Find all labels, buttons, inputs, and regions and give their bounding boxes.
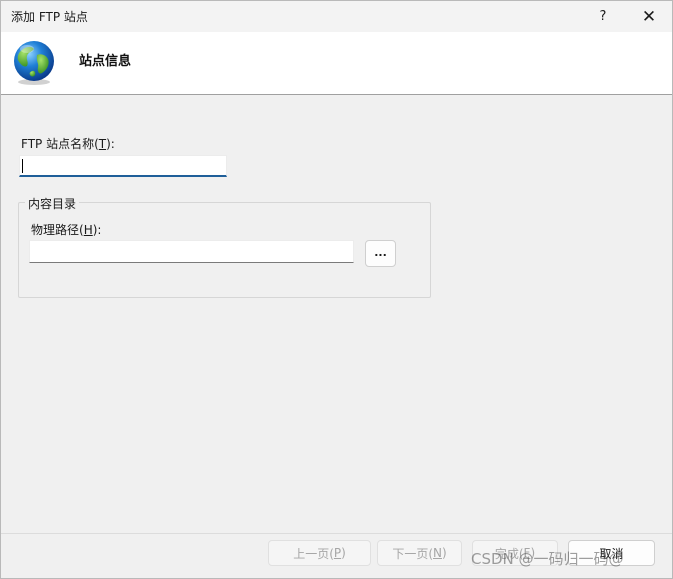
page-title: 站点信息 (79, 54, 132, 69)
previous-label-suffix: ) (341, 546, 346, 560)
close-icon: ✕ (641, 6, 657, 27)
physical-path-input[interactable] (29, 240, 354, 263)
cancel-button[interactable]: 取消 (568, 540, 655, 566)
physical-path-label: 物理路径(H): (31, 221, 101, 238)
window-title: 添加 FTP 站点 (11, 10, 88, 24)
physical-path-label-suffix: ): (92, 223, 102, 237)
site-name-label-suffix: ): (106, 137, 115, 151)
physical-path-label-key: H (83, 223, 93, 237)
finish-button[interactable]: 完成(F) (472, 540, 558, 566)
close-button[interactable]: ✕ (626, 1, 672, 32)
site-name-label: FTP 站点名称(T): (21, 135, 115, 152)
site-name-label-prefix: FTP 站点名称( (21, 137, 99, 151)
footer-divider (1, 533, 672, 534)
next-label-key: N (433, 546, 442, 560)
previous-label-key: P (333, 546, 342, 560)
help-button[interactable]: ? (580, 1, 626, 32)
next-label-prefix: 下一页( (392, 546, 433, 561)
next-label-suffix: ) (441, 546, 447, 560)
finish-label-key: F (523, 546, 531, 560)
finish-label-suffix: ) (530, 546, 536, 560)
browse-button[interactable]: ... (365, 240, 396, 267)
wizard-header: 站点信息 (1, 32, 672, 95)
title-bar: 添加 FTP 站点 ? ✕ (1, 1, 672, 32)
site-name-label-key: T (98, 137, 107, 151)
globe-icon (14, 41, 54, 85)
text-caret (22, 159, 23, 173)
previous-label-prefix: 上一页( (293, 546, 334, 561)
ftp-site-wizard-window: 添加 FTP 站点 ? ✕ 站点信息 FTP 站点名称(T): 内容目录 物理路… (0, 0, 673, 579)
help-icon: ? (599, 9, 607, 24)
physical-path-label-prefix: 物理路径( (31, 223, 84, 237)
next-button[interactable]: 下一页(N) (377, 540, 462, 566)
previous-button[interactable]: 上一页(P) (268, 540, 371, 566)
content-directory-legend: 内容目录 (25, 195, 80, 212)
finish-label-prefix: 完成( (494, 546, 524, 561)
site-name-input[interactable] (19, 155, 227, 177)
